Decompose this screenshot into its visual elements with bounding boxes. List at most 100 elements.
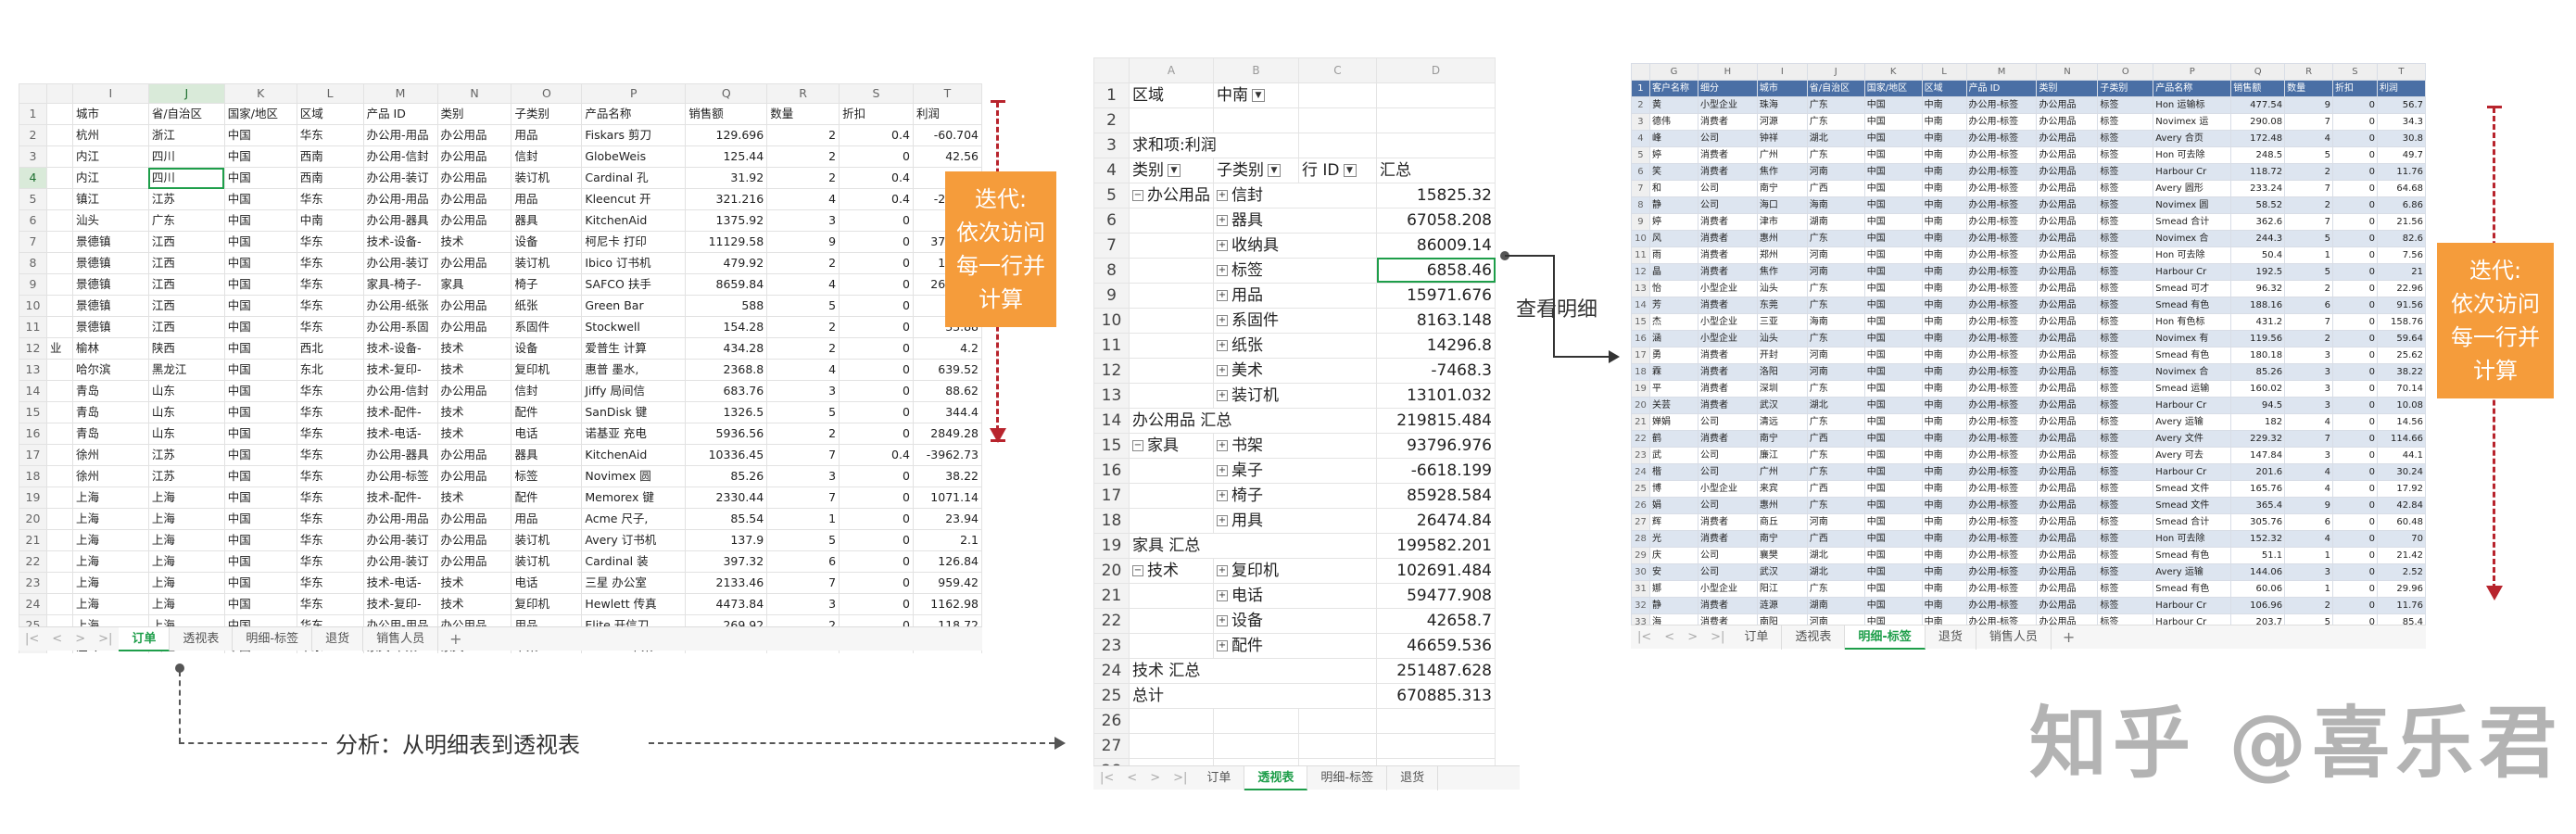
column-header[interactable]: R [2284, 63, 2334, 81]
cell[interactable]: 4 [2284, 463, 2334, 481]
row-number[interactable]: 6 [1631, 163, 1650, 181]
cell[interactable]: 中国 [223, 593, 297, 615]
cell[interactable]: 消费者 [1697, 430, 1758, 448]
cell[interactable]: Jiffy 局间信 [581, 380, 687, 402]
cell[interactable]: 中南 [1921, 580, 1967, 598]
cell[interactable]: 办公用-标签 [1965, 263, 2038, 281]
cell[interactable]: 标签 [2097, 146, 2154, 164]
cell[interactable]: 7 [2284, 430, 2334, 448]
cell[interactable]: 广西 [1806, 430, 1865, 448]
cell[interactable]: 114.66 [2376, 430, 2426, 448]
cell[interactable]: 30.8 [2376, 130, 2426, 147]
cell[interactable]: Stockwell [581, 316, 687, 338]
cell[interactable]: 子类别 [511, 103, 583, 125]
cell[interactable] [45, 423, 73, 445]
cell[interactable]: 办公用品 [436, 316, 512, 338]
cell[interactable]: 188.16 [2230, 297, 2286, 314]
cell[interactable] [1129, 582, 1214, 609]
cell[interactable]: 海南 [1806, 313, 1865, 331]
cell[interactable]: 标签 [2097, 280, 2154, 297]
cell[interactable]: 中国 [223, 486, 297, 509]
cell[interactable]: 南宁 [1756, 530, 1808, 548]
cell[interactable]: 办公用-标签 [1965, 447, 2038, 464]
header-cell[interactable]: 折扣 [2332, 80, 2378, 97]
row-number[interactable]: 25 [1631, 480, 1650, 498]
cell[interactable]: 中国 [1863, 113, 1923, 131]
cell[interactable]: 1162.98 [912, 593, 982, 615]
cell[interactable]: 办公用品 [2036, 430, 2099, 448]
cell[interactable]: 3 [2284, 363, 2334, 381]
cell[interactable]: 办公用-标签 [1965, 230, 2038, 247]
collapse-icon[interactable]: − [1132, 564, 1143, 576]
cell[interactable]: 60.06 [2230, 580, 2286, 598]
cell[interactable]: 22.96 [2376, 280, 2426, 297]
cell[interactable]: 3 [2284, 380, 2334, 398]
row-number[interactable]: 13 [1631, 280, 1650, 297]
cell[interactable]: 装订机 [511, 167, 583, 189]
cell[interactable]: 中国 [1863, 447, 1923, 464]
cell[interactable]: 办公用-标签 [1965, 297, 2038, 314]
header-cell[interactable]: 销售额 [2230, 80, 2286, 97]
cell[interactable]: 0 [2332, 163, 2378, 181]
cell[interactable]: 景德镇 [71, 295, 149, 317]
cell[interactable]: 办公用品 [436, 295, 512, 317]
row-number[interactable]: 2 [1631, 96, 1650, 114]
column-header[interactable]: P [581, 83, 687, 104]
cell[interactable]: 办公用-标签 [1965, 430, 2038, 448]
cell[interactable]: 江西 [147, 295, 225, 317]
cell[interactable]: 钟祥 [1756, 130, 1808, 147]
cell[interactable]: 5 [2284, 263, 2334, 281]
cell[interactable]: 哈尔滨 [71, 359, 149, 381]
cell[interactable]: Hon 运输标 [2153, 96, 2232, 114]
row-number[interactable]: 15 [19, 401, 47, 423]
cell[interactable]: 44.1 [2376, 447, 2426, 464]
cell[interactable]: 3 [2284, 397, 2334, 414]
cell[interactable]: 7 [2284, 213, 2334, 231]
sheet-tab[interactable]: 订单 [1193, 765, 1245, 790]
cell[interactable]: 14.56 [2376, 413, 2426, 431]
cell[interactable]: KitchenAid [581, 209, 687, 232]
cell[interactable]: 0 [2332, 113, 2378, 131]
cell[interactable]: 技术-电话- [362, 572, 438, 594]
cell[interactable]: 21 [2376, 263, 2426, 281]
cell[interactable]: 上海 [147, 529, 225, 551]
cell[interactable]: 4473.84 [685, 593, 768, 615]
cell[interactable]: 959.42 [912, 572, 982, 594]
cell[interactable]: 清远 [1756, 413, 1808, 431]
cell[interactable]: 290.08 [2230, 113, 2286, 131]
cell[interactable]: 2 [2284, 280, 2334, 297]
dropdown-icon[interactable]: ▼ [1343, 163, 1357, 177]
row-number[interactable]: 7 [1093, 232, 1130, 259]
cell[interactable]: 国家/地区 [223, 103, 297, 125]
cell[interactable]: 杰 [1648, 313, 1698, 331]
cell[interactable]: 上海 [71, 508, 149, 530]
cell[interactable]: 广东 [1806, 297, 1865, 314]
cell[interactable]: 洛阳 [1756, 363, 1808, 381]
cell[interactable]: 爱普生 计算 [581, 337, 687, 360]
cell[interactable]: + 收纳具 [1213, 232, 1377, 259]
cell[interactable]: 标签 [2097, 163, 2154, 181]
cell[interactable]: 标签 [2097, 213, 2154, 231]
row-number[interactable]: 19 [19, 486, 47, 509]
cell[interactable]: 中国 [1863, 480, 1923, 498]
row-number[interactable]: 16 [1093, 457, 1130, 484]
cell[interactable]: 消费者 [1697, 246, 1758, 264]
cell[interactable]: 0 [2332, 597, 2378, 614]
add-sheet-button[interactable]: + [438, 630, 473, 648]
cell[interactable]: 来宾 [1756, 480, 1808, 498]
cell[interactable]: 321.216 [685, 188, 768, 210]
cell[interactable]: 2 [2284, 196, 2334, 214]
cell[interactable]: 广东 [1806, 497, 1865, 514]
cell[interactable]: 河南 [1806, 246, 1865, 264]
cell[interactable]: 51.1 [2230, 547, 2286, 564]
cell[interactable]: 0 [839, 465, 914, 487]
cell[interactable]: 办公用品 [2036, 280, 2099, 297]
cell[interactable]: 标签 [2097, 513, 2154, 531]
cell[interactable]: 中国 [1863, 430, 1923, 448]
cell[interactable]: 河南 [1806, 163, 1865, 181]
cell[interactable]: Avery 圆形 [2153, 180, 2232, 197]
row-number[interactable]: 7 [1631, 180, 1650, 197]
cell[interactable]: 11.76 [2376, 597, 2426, 614]
cell[interactable]: 229.32 [2230, 430, 2286, 448]
cell[interactable]: 0 [2332, 397, 2378, 414]
